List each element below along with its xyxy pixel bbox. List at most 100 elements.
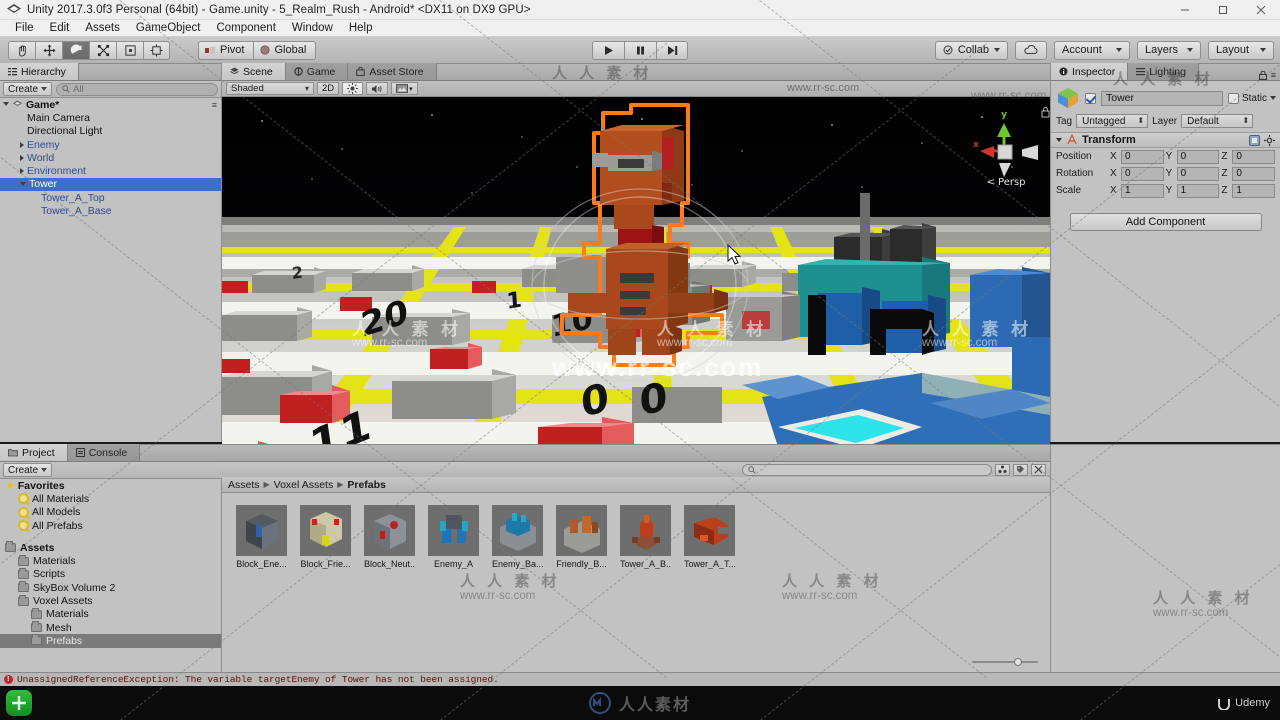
project-tree-item-favorites[interactable]: ★ Favorites — [0, 479, 221, 493]
effects-toggle-button[interactable]: ▾ — [391, 82, 418, 95]
project-tree-item-prefabs[interactable]: Prefabs — [0, 634, 221, 648]
collab-button[interactable]: Collab — [934, 40, 1008, 60]
hierarchy-options-icon[interactable]: ≡ — [212, 100, 217, 110]
rotation-z-input[interactable]: 0 — [1232, 166, 1276, 181]
breadcrumb-voxel-assets[interactable]: Voxel Assets — [274, 479, 334, 491]
menu-component[interactable]: Component — [208, 20, 283, 37]
play-button[interactable] — [592, 40, 624, 60]
tab-hierarchy[interactable]: Hierarchy — [0, 63, 79, 80]
rotation-x-input[interactable]: 0 — [1121, 166, 1164, 181]
layer-dropdown[interactable]: Default ⬍ — [1181, 114, 1254, 128]
hand-tool-button[interactable] — [8, 40, 35, 60]
asset-zoom-slider[interactable] — [972, 657, 1038, 667]
rect-tool-button[interactable] — [116, 40, 143, 60]
chevron-right-icon[interactable] — [20, 154, 24, 161]
tab-console[interactable]: Console — [67, 444, 141, 461]
menu-gameobject[interactable]: GameObject — [128, 20, 209, 37]
green-app-icon[interactable] — [6, 690, 32, 716]
step-button[interactable] — [656, 40, 688, 60]
scene-viewport[interactable]: 20 11 10 1 0 0 2 y x < Persp 人 人 素 材 www… — [222, 97, 1050, 459]
close-button[interactable] — [1242, 0, 1280, 20]
clear-search-button[interactable] — [1031, 463, 1046, 476]
filter-type-button[interactable] — [995, 463, 1010, 476]
zoom-slider-knob[interactable] — [1014, 658, 1022, 666]
breadcrumb-assets[interactable]: Assets — [228, 479, 260, 491]
project-tree-item-all-models[interactable]: All Models — [0, 506, 221, 519]
project-tree-item-scripts[interactable]: Scripts — [0, 567, 221, 581]
gear-icon[interactable] — [1264, 134, 1275, 146]
pause-button[interactable] — [624, 40, 656, 60]
scale-x-input[interactable]: 1 — [1121, 183, 1164, 198]
project-tree-item-skybox-volume-2[interactable]: SkyBox Volume 2 — [0, 581, 221, 594]
hierarchy-item-tower-a-base[interactable]: Tower_A_Base — [0, 204, 221, 217]
status-bar[interactable]: UnassignedReferenceException: The variab… — [0, 672, 1280, 686]
project-create-button[interactable]: Create — [3, 463, 53, 477]
transform-component-header[interactable]: Transform — [1051, 132, 1280, 148]
hierarchy-search-input[interactable]: All — [56, 82, 218, 96]
layers-button[interactable]: Layers — [1137, 40, 1201, 60]
project-tree-item-all-materials[interactable]: All Materials — [0, 492, 221, 505]
inspector-options-icon[interactable]: ≡ — [1271, 70, 1276, 80]
chevron-right-icon[interactable] — [20, 141, 24, 148]
hierarchy-item-enemy[interactable]: Enemy — [0, 138, 221, 151]
pivot-button[interactable]: Pivot — [198, 40, 254, 60]
tag-dropdown[interactable]: Untagged ⬍ — [1076, 114, 1149, 128]
tab-scene[interactable]: Scene — [222, 63, 286, 80]
scale-z-input[interactable]: 1 — [1232, 183, 1276, 198]
chevron-down-icon[interactable] — [3, 102, 9, 109]
asset-item[interactable]: Enemy_Ba... — [492, 505, 543, 569]
shading-mode-dropdown[interactable]: Shaded ▾ — [226, 82, 314, 95]
static-checkbox[interactable] — [1227, 92, 1239, 104]
position-z-input[interactable]: 0 — [1232, 149, 1276, 164]
scale-tool-button[interactable] — [89, 40, 116, 60]
global-button[interactable]: Global — [253, 40, 317, 60]
chevron-down-icon[interactable] — [20, 181, 26, 189]
hierarchy-create-button[interactable]: Create — [3, 82, 53, 96]
menu-help[interactable]: Help — [341, 20, 381, 37]
account-button[interactable]: Account — [1054, 40, 1130, 60]
filter-label-button[interactable] — [1013, 463, 1028, 476]
asset-item[interactable]: Block_Ene... — [236, 505, 287, 569]
project-tree-item-materials[interactable]: Materials — [0, 607, 221, 621]
hierarchy-item-tower[interactable]: Tower — [0, 177, 221, 192]
asset-item[interactable]: Tower_A_T... — [684, 505, 735, 569]
position-y-input[interactable]: 0 — [1176, 149, 1220, 164]
2d-toggle-button[interactable]: 2D — [317, 82, 340, 95]
hierarchy-item-environment[interactable]: Environment — [0, 164, 221, 177]
position-x-input[interactable]: 0 — [1121, 149, 1164, 164]
hierarchy-root-row[interactable]: Game* ≡ — [0, 98, 221, 111]
project-search-input[interactable] — [742, 463, 992, 476]
transform-tool-button[interactable] — [143, 40, 170, 60]
layout-button[interactable]: Layout — [1208, 40, 1274, 60]
hierarchy-item-world[interactable]: World — [0, 151, 221, 164]
breadcrumb-prefabs[interactable]: Prefabs — [347, 479, 386, 491]
chevron-right-icon[interactable] — [20, 168, 24, 175]
rotation-y-input[interactable]: 0 — [1176, 166, 1220, 181]
audio-toggle-button[interactable] — [366, 82, 389, 95]
hierarchy-item-tower-a-top[interactable]: Tower_A_Top — [0, 191, 221, 204]
rotate-tool-button[interactable] — [62, 40, 89, 60]
hierarchy-item-directional-light[interactable]: Directional Light — [0, 125, 221, 138]
object-name-input[interactable]: Tower — [1101, 90, 1223, 106]
asset-item[interactable]: Tower_A_B... — [620, 505, 671, 569]
menu-file[interactable]: File — [7, 20, 42, 37]
project-tree-item-voxel-assets[interactable]: Voxel Assets — [0, 594, 221, 607]
maximize-button[interactable] — [1204, 0, 1242, 20]
tab-asset-store[interactable]: Asset Store — [348, 63, 437, 80]
project-tree-item-materials[interactable]: Materials — [0, 554, 221, 567]
chevron-down-icon[interactable] — [1270, 96, 1276, 100]
menu-assets[interactable]: Assets — [77, 20, 128, 37]
asset-item[interactable]: Block_Neut... — [364, 505, 415, 569]
move-tool-button[interactable] — [35, 40, 62, 60]
tab-inspector[interactable]: Inspector — [1051, 63, 1129, 80]
asset-item[interactable]: Friendly_B... — [556, 505, 607, 569]
add-component-button[interactable]: Add Component — [1069, 213, 1262, 231]
object-enabled-checkbox[interactable] — [1085, 92, 1096, 104]
asset-item[interactable]: Enemy_A — [428, 505, 479, 569]
minimize-button[interactable] — [1166, 0, 1204, 20]
project-tree-item-assets[interactable]: Assets — [0, 541, 221, 554]
cloud-button[interactable] — [1015, 40, 1047, 60]
menu-window[interactable]: Window — [284, 20, 341, 37]
menu-edit[interactable]: Edit — [42, 20, 78, 37]
lighting-toggle-button[interactable] — [342, 82, 364, 95]
